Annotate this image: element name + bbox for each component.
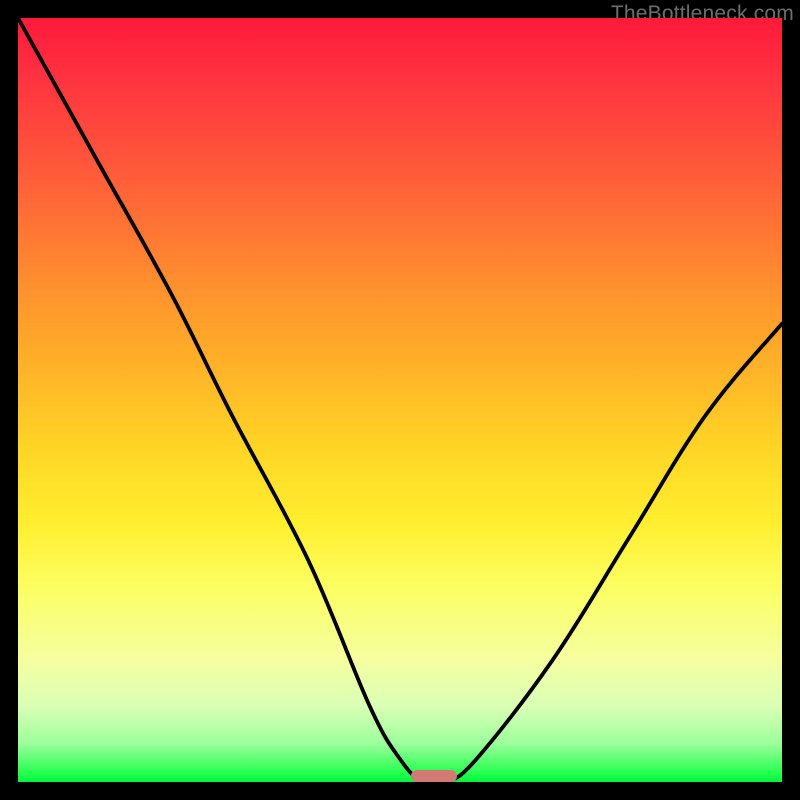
chart-frame: TheBottleneck.com [0,0,800,800]
bottleneck-curve [18,18,782,782]
plot-area [18,18,782,782]
minimum-marker [411,770,457,782]
